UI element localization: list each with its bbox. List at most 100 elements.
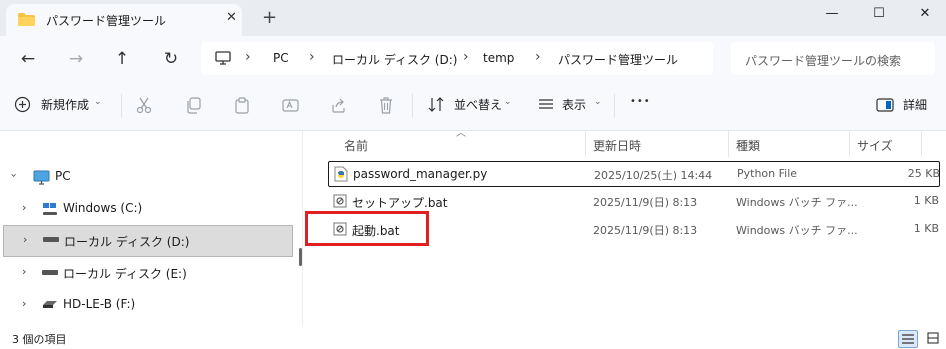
chevron-down-icon: ⌄: [504, 97, 512, 107]
tree-item-hd-le-b-f[interactable]: › HD-LE-B (F:): [0, 290, 292, 320]
address-bar[interactable]: › PC › ローカル ディスク (D:) › temp › パスワード管理ツー…: [201, 42, 713, 75]
tiles-view-icon: [927, 332, 939, 344]
column-divider[interactable]: [585, 131, 586, 157]
file-date: 2025/11/9(日) 8:13: [593, 196, 698, 209]
column-header-name[interactable]: 名前: [344, 137, 368, 154]
file-date: 2025/11/9(日) 8:13: [593, 224, 698, 237]
tab-active[interactable]: パスワード管理ツール ✕: [6, 4, 242, 36]
more-options-button[interactable]: •••: [630, 96, 651, 107]
tree-item-pc[interactable]: › PC: [0, 162, 292, 192]
navigation-pane: › PC › Windows (C:) › ローカル ディスク (D:) › ロ…: [0, 131, 294, 327]
refresh-button[interactable]: ↻: [157, 46, 185, 72]
toolbar-divider: [614, 94, 615, 118]
breadcrumb-current-folder[interactable]: パスワード管理ツール: [558, 51, 678, 68]
sort-button[interactable]: 並べ替え ⌄: [428, 94, 514, 116]
file-date: 2025/10/25(土) 14:44: [594, 169, 713, 182]
view-button[interactable]: 表示 ⌄: [538, 94, 604, 116]
close-window-button[interactable]: ✕: [910, 2, 940, 28]
windows-drive-icon: [43, 203, 57, 215]
column-divider[interactable]: [728, 131, 729, 157]
column-header-type[interactable]: 種類: [736, 137, 760, 154]
command-bar: 新規作成 ⌄ 並べ替え ⌄ 表示 ⌄ ••• 詳細: [0, 82, 946, 131]
details-view-icon: [902, 334, 914, 344]
tree-item-drive-d[interactable]: › ローカル ディスク (D:): [3, 225, 293, 257]
tree-item-label: ローカル ディスク (D:): [64, 235, 190, 249]
monitor-icon: [215, 51, 231, 65]
details-pane-button[interactable]: 詳細: [876, 94, 936, 116]
tree-item-windows-c[interactable]: › Windows (C:): [0, 194, 292, 224]
tiles-view-button[interactable]: [924, 330, 942, 346]
cut-icon[interactable]: [136, 97, 152, 114]
drive-icon: [43, 237, 59, 242]
tree-item-drive-e[interactable]: › ローカル ディスク (E:): [0, 258, 292, 288]
up-button[interactable]: ↑: [108, 46, 136, 72]
breadcrumb-separator: ›: [245, 49, 251, 65]
chevron-right-icon: ›: [22, 265, 27, 278]
file-name: セットアップ.bat: [352, 196, 448, 210]
search-box[interactable]: パスワード管理ツールの検索: [731, 42, 935, 75]
view-list-icon: [539, 99, 553, 109]
breadcrumb-temp[interactable]: temp: [483, 51, 514, 65]
monitor-icon: [33, 170, 50, 185]
sort-ascending-icon: ︿: [456, 128, 466, 139]
new-button[interactable]: 新規作成 ⌄: [14, 94, 114, 116]
item-count: 3 個の項目: [12, 333, 67, 346]
back-button[interactable]: ←: [14, 46, 42, 72]
details-view-button[interactable]: [898, 330, 918, 348]
navigation-bar: ← → ↑ ↻ › PC › ローカル ディスク (D:) › temp › パ…: [0, 36, 946, 82]
python-file-icon: [334, 166, 348, 182]
folder-icon: [18, 13, 35, 26]
file-type: Windows バッチ ファ...: [736, 196, 858, 209]
file-type: Python File: [737, 167, 798, 180]
sort-button-label: 並べ替え: [454, 98, 503, 112]
file-row[interactable]: password_manager.py 2025/10/25(土) 14:44 …: [328, 161, 940, 187]
file-name: password_manager.py: [353, 167, 488, 181]
chevron-right-icon: ›: [23, 233, 28, 246]
tab-close-button[interactable]: ✕: [226, 10, 237, 25]
delete-icon[interactable]: [378, 97, 394, 114]
nav-pane-scrollbar[interactable]: [299, 248, 302, 266]
pane-divider[interactable]: [302, 131, 303, 327]
file-size: 25 KB: [907, 167, 940, 180]
column-header-date[interactable]: 更新日時: [593, 137, 641, 154]
search-placeholder: パスワード管理ツールの検索: [745, 54, 902, 68]
tree-item-label: ローカル ディスク (E:): [63, 267, 187, 281]
view-button-label: 表示: [562, 98, 587, 112]
paste-icon[interactable]: [234, 97, 250, 114]
copy-icon[interactable]: [186, 97, 202, 114]
annotation-highlight-box: [305, 211, 429, 246]
chevron-right-icon: ›: [22, 201, 27, 214]
forward-button[interactable]: →: [62, 46, 90, 72]
breadcrumb-pc[interactable]: PC: [273, 51, 289, 65]
chevron-down-icon: ⌄: [594, 97, 602, 107]
details-pane-label: 詳細: [903, 98, 928, 112]
batch-file-icon: [333, 194, 347, 208]
rename-icon[interactable]: [282, 97, 299, 114]
column-divider[interactable]: [849, 131, 850, 157]
add-circle-icon: [14, 96, 31, 113]
file-type: Windows バッチ ファ...: [736, 224, 858, 237]
column-header-size[interactable]: サイズ: [857, 137, 893, 154]
sort-icon: [428, 97, 444, 112]
title-bar: パスワード管理ツール ✕ + — ☐ ✕: [0, 0, 946, 36]
chevron-expanded-icon: ›: [7, 173, 21, 178]
new-button-label: 新規作成: [41, 98, 90, 112]
breadcrumb-separator: ›: [309, 49, 315, 65]
external-drive-icon: [43, 301, 57, 308]
breadcrumb-separator: ›: [535, 49, 541, 65]
breadcrumb-separator: ›: [463, 49, 469, 65]
column-divider[interactable]: [921, 131, 922, 157]
breadcrumb-drive-d[interactable]: ローカル ディスク (D:): [332, 51, 457, 68]
share-icon[interactable]: [330, 97, 347, 114]
drive-icon: [42, 270, 58, 275]
maximize-button[interactable]: ☐: [864, 2, 894, 28]
tab-title: パスワード管理ツール: [46, 14, 167, 28]
chevron-down-icon: ⌄: [94, 97, 102, 107]
toolbar-divider: [412, 94, 413, 118]
minimize-button[interactable]: —: [817, 2, 847, 28]
details-pane-icon: [876, 98, 894, 112]
new-tab-button[interactable]: +: [262, 7, 277, 28]
file-size: 1 KB: [913, 222, 939, 235]
tree-item-label: PC: [55, 169, 71, 183]
file-size: 1 KB: [913, 194, 939, 207]
